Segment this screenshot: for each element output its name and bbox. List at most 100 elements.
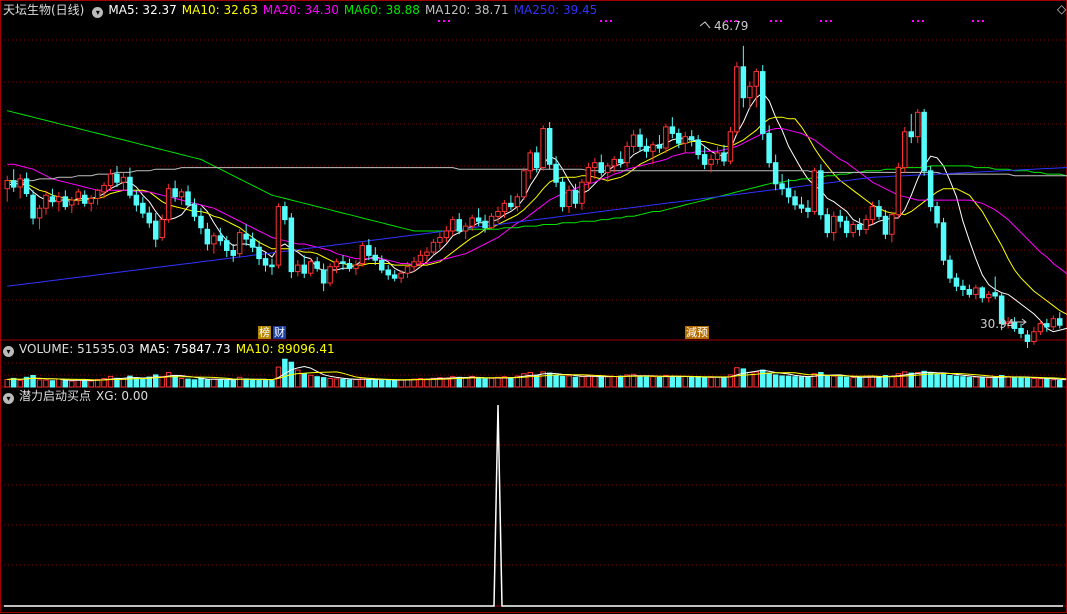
- event-marker: [600, 20, 602, 22]
- volume-bar: [49, 380, 56, 388]
- volume-bar: [140, 378, 146, 388]
- volume-bar: [863, 376, 869, 388]
- candle: [236, 229, 243, 257]
- chevron-down-icon[interactable]: ▾: [3, 346, 14, 357]
- volume-bar: [676, 376, 682, 388]
- diamond-icon[interactable]: ◇: [1056, 3, 1067, 16]
- candle: [1018, 323, 1024, 339]
- volume-bar: [831, 375, 837, 388]
- event-badge-jianyu[interactable]: 減预: [685, 326, 709, 339]
- event-marker: [972, 20, 974, 22]
- event-marker: [448, 20, 450, 22]
- candle-body: [676, 132, 682, 144]
- indicator-title: 潜力启动买点: [19, 389, 92, 403]
- candle-body: [30, 194, 36, 219]
- candle: [863, 214, 869, 235]
- volume-bar: [249, 379, 256, 388]
- candle-body: [404, 266, 411, 274]
- candle-body: [198, 215, 204, 229]
- volume-bar: [708, 377, 714, 388]
- chevron-down-icon[interactable]: ▾: [3, 393, 14, 404]
- candle-body: [340, 261, 346, 264]
- ma250-value: MA250: 39.45: [513, 3, 598, 17]
- candle-body: [295, 264, 301, 273]
- volume-bar: [243, 378, 249, 388]
- candle-body: [469, 217, 475, 227]
- volume-bar: [734, 367, 740, 388]
- candle-body: [1037, 323, 1044, 333]
- candle-body: [508, 202, 514, 208]
- volume-bar: [701, 376, 708, 388]
- volume-bar: [172, 375, 178, 388]
- volume-bar: [366, 378, 372, 388]
- candle-body: [120, 176, 127, 183]
- stock-chart[interactable]: 46.79 30.94: [0, 0, 1067, 614]
- volume-bar: [986, 377, 992, 388]
- volume-bar: [185, 378, 191, 388]
- candle-body: [553, 163, 559, 183]
- candle: [10, 169, 17, 192]
- candle-body: [153, 220, 159, 240]
- candle-body: [915, 111, 921, 138]
- candle: [514, 193, 521, 212]
- volume-bar: [792, 376, 798, 388]
- chevron-down-icon[interactable]: ▾: [92, 7, 104, 18]
- candle: [36, 204, 43, 230]
- candle: [430, 239, 437, 256]
- candle-body: [411, 261, 417, 268]
- event-badge-cai[interactable]: 财: [273, 326, 286, 339]
- candle: [62, 190, 69, 210]
- candle-body: [275, 206, 282, 266]
- candle: [805, 200, 811, 218]
- candle-body: [559, 181, 566, 208]
- candle-body: [17, 178, 23, 188]
- candle: [153, 213, 159, 248]
- candle-body: [430, 241, 437, 253]
- event-marker: [438, 20, 440, 22]
- volume-bar: [992, 376, 998, 388]
- candle: [366, 239, 372, 261]
- candle: [443, 226, 450, 243]
- candle: [921, 109, 927, 176]
- candle: [527, 149, 533, 179]
- candle: [650, 141, 656, 165]
- candle: [624, 141, 630, 168]
- candle-body: [107, 173, 114, 187]
- event-marker: [917, 20, 919, 22]
- volume-bar: [372, 379, 378, 388]
- candle: [714, 146, 721, 165]
- candle-body: [501, 202, 508, 212]
- candle-body: [249, 238, 256, 248]
- volume-bar: [663, 375, 669, 388]
- volume-bar: [1031, 378, 1037, 388]
- candle-body: [75, 191, 81, 199]
- candle: [843, 216, 850, 238]
- candle-body: [443, 230, 450, 238]
- candle: [262, 252, 269, 272]
- volume-bar: [979, 377, 985, 388]
- candle-body: [236, 232, 243, 255]
- candle: [940, 217, 947, 266]
- candle-body: [624, 145, 630, 164]
- candle-body: [495, 211, 501, 217]
- candle: [320, 263, 327, 292]
- volume-bar: [327, 378, 333, 388]
- candle-body: [178, 191, 185, 198]
- candle: [391, 269, 398, 282]
- volume-bar: [856, 377, 863, 388]
- volume-bar: [714, 376, 721, 388]
- volume-bar: [740, 368, 747, 388]
- candle-body: [966, 289, 973, 295]
- event-marker: [825, 20, 827, 22]
- candle: [727, 126, 734, 165]
- volume-bar: [475, 378, 482, 388]
- candle: [82, 190, 88, 207]
- volume-bar: [256, 380, 262, 388]
- candle: [760, 65, 766, 140]
- candle: [230, 243, 236, 262]
- event-badge-bang[interactable]: 榜: [258, 326, 271, 339]
- candle-body: [288, 217, 295, 273]
- candle: [966, 284, 973, 298]
- candle-body: [127, 176, 133, 196]
- volume-bar: [772, 374, 779, 388]
